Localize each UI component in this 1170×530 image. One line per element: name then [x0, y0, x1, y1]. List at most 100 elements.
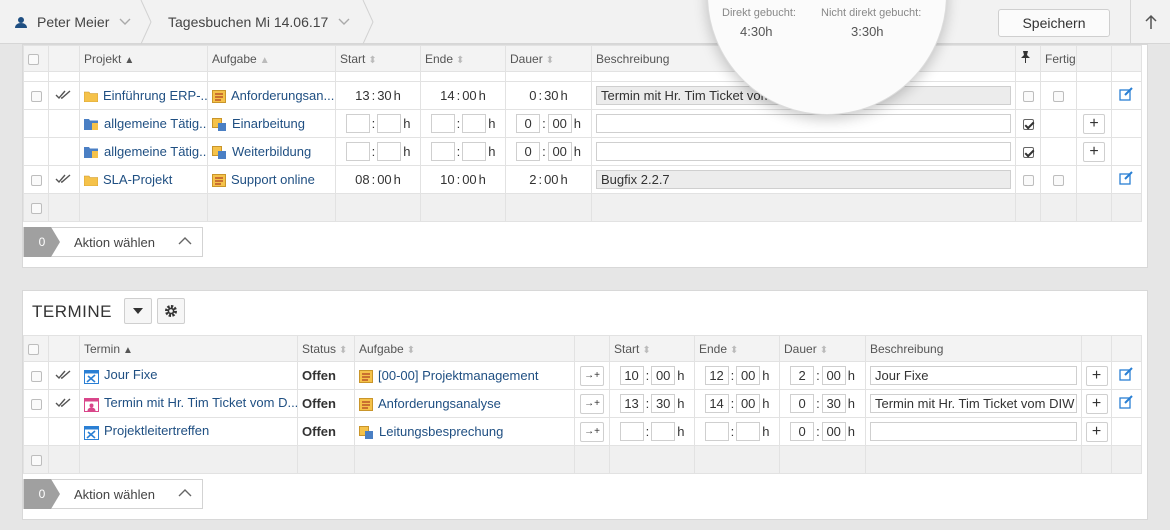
column-header-termin[interactable]: Termin ▲: [79, 335, 298, 362]
task-icon: [212, 174, 226, 188]
task-link[interactable]: [00-00] Projektmanagement: [378, 368, 538, 383]
scroll-top-button[interactable]: [1130, 0, 1170, 44]
column-header-dauer[interactable]: Dauer ⬍: [779, 335, 866, 362]
project-link[interactable]: Einführung ERP-...: [103, 88, 207, 103]
table-row[interactable]: allgemeine Tätig... Weiterbildung :h :h …: [23, 137, 1142, 166]
description-input[interactable]: Termin mit Hr. Tim Ticket vom DIW: [870, 394, 1077, 413]
pin-icon: [1021, 51, 1030, 63]
column-header-status[interactable]: Status ⬍: [297, 335, 355, 362]
duration-input[interactable]: 0:30 h: [784, 394, 861, 413]
project-link[interactable]: allgemeine Tätig...: [104, 116, 207, 131]
start-time-input[interactable]: :h: [614, 422, 690, 441]
table-header: Projekt ▲ Aufgabe ▲ Start ⬍ Ende ⬍ Dauer ⬍ Be…: [23, 45, 1142, 72]
save-button[interactable]: Speichern: [998, 9, 1110, 37]
select-all-checkbox[interactable]: [28, 343, 39, 355]
folder-icon: [84, 175, 98, 187]
project-link[interactable]: allgemeine Tätig...: [104, 144, 207, 159]
row-checkbox[interactable]: [30, 399, 42, 411]
task-link[interactable]: Support online: [231, 172, 315, 187]
task-link[interactable]: Anforderungsanalyse: [378, 396, 501, 411]
page-title-selector[interactable]: Tagesbuchen Mi 14.06.17: [168, 0, 350, 44]
edit-icon[interactable]: [1119, 367, 1134, 381]
appointment-link[interactable]: Termin mit Hr. Tim Ticket vom D...: [104, 395, 297, 410]
task-link[interactable]: Anforderungsan...: [231, 88, 334, 103]
sort-asc-icon: ▲: [123, 344, 133, 356]
table-row[interactable]: Termin mit Hr. Tim Ticket vom D... Offen…: [23, 389, 1142, 418]
action-label: Aktion wählen: [74, 234, 155, 250]
add-button[interactable]: +: [1083, 141, 1105, 162]
row-checkbox[interactable]: [30, 175, 42, 187]
column-header-ende[interactable]: Ende ⬍: [420, 45, 506, 72]
table-row[interactable]: Projektleitertreffen Offen Leitungsbespr…: [23, 417, 1142, 446]
duration-input[interactable]: 2:00 h: [784, 366, 861, 385]
appointment-link[interactable]: Projektleitertreffen: [104, 423, 209, 438]
task-link[interactable]: Einarbeitung: [232, 116, 305, 131]
start-time-input[interactable]: 10:00 h: [614, 366, 690, 385]
duration-input[interactable]: 0:00 h: [784, 422, 861, 441]
description-input[interactable]: [596, 142, 1011, 161]
project-icon: [84, 147, 98, 159]
start-time-input[interactable]: 13:30 h: [614, 394, 690, 413]
task-link[interactable]: Leitungsbesprechung: [379, 424, 503, 439]
table-row[interactable]: Einführung ERP-... Anforderungsan... 13:…: [23, 81, 1142, 110]
add-button[interactable]: +: [1083, 113, 1105, 134]
calendar-tools-icon: [84, 369, 99, 384]
add-button[interactable]: +: [1085, 421, 1108, 442]
add-button[interactable]: +: [1085, 365, 1108, 386]
pin-checkbox: [1022, 91, 1034, 103]
transfer-button[interactable]: →+: [580, 421, 604, 442]
end-time-input[interactable]: :h: [425, 142, 501, 161]
select-all-checkbox[interactable]: [28, 53, 39, 65]
start-time-input[interactable]: :h: [340, 142, 416, 161]
table-row[interactable]: SLA-Projekt Support online 08:00 h 10:00 h…: [23, 165, 1142, 194]
edit-icon[interactable]: [1119, 395, 1134, 409]
section-dropdown-button[interactable]: [124, 298, 152, 324]
duration-input[interactable]: 0:00 h: [510, 114, 587, 133]
start-time-input[interactable]: :h: [340, 114, 416, 133]
column-header-ende[interactable]: Ende ⬍: [694, 335, 780, 362]
appointment-link[interactable]: Jour Fixe: [104, 367, 157, 382]
calendar-person-icon: [84, 397, 99, 412]
edit-icon[interactable]: [1119, 171, 1134, 185]
table-row: [23, 71, 1142, 82]
end-time-input[interactable]: 12:00 h: [699, 366, 775, 385]
column-header-aufgabe[interactable]: Aufgabe ⬍: [354, 335, 575, 362]
description-input[interactable]: [870, 422, 1077, 441]
end-time-input[interactable]: :h: [425, 114, 501, 133]
footer-checkbox[interactable]: [30, 203, 42, 215]
column-header-start[interactable]: Start ⬍: [609, 335, 695, 362]
column-header-dauer[interactable]: Dauer ⬍: [505, 45, 592, 72]
edit-icon[interactable]: [1119, 87, 1134, 101]
user-selector[interactable]: Peter Meier: [14, 0, 131, 44]
add-button[interactable]: +: [1085, 393, 1108, 414]
column-header-aufgabe[interactable]: Aufgabe ▲: [207, 45, 336, 72]
chevron-up-icon: [178, 237, 192, 245]
row-checkbox[interactable]: [30, 371, 42, 383]
column-header-start[interactable]: Start ⬍: [335, 45, 421, 72]
transfer-button[interactable]: →+: [580, 365, 604, 386]
description-input[interactable]: [596, 114, 1011, 133]
start-time: 13:30 h: [355, 88, 401, 103]
task-link[interactable]: Weiterbildung: [232, 144, 311, 159]
end-time-input[interactable]: :h: [699, 422, 775, 441]
settings-button[interactable]: [157, 298, 185, 324]
action-selector[interactable]: 0 Aktion wählen: [23, 479, 203, 509]
pin-checkbox[interactable]: [1022, 147, 1034, 159]
action-selector[interactable]: 0 Aktion wählen: [23, 227, 203, 257]
row-checkbox[interactable]: [30, 91, 42, 103]
appointments-table: Termin ▲ Status ⬍ Aufgabe ⬍ Start ⬍ Ende ⬍ Da…: [23, 335, 1142, 474]
description-input[interactable]: Jour Fixe: [870, 366, 1077, 385]
transfer-button[interactable]: →+: [580, 393, 604, 414]
project-link[interactable]: SLA-Projekt: [103, 172, 172, 187]
appointments-panel: TERMINE Termin ▲ Status ⬍ Aufgabe ⬍ Start ⬍ …: [22, 290, 1148, 520]
end-time-input[interactable]: 14:00 h: [699, 394, 775, 413]
section-title: TERMINE: [32, 302, 112, 321]
page-title: Tagesbuchen Mi 14.06.17: [168, 14, 329, 30]
table-row[interactable]: Jour Fixe Offen [00-00] Projektmanagemen…: [23, 361, 1142, 390]
direct-booked-value: 4:30h: [740, 24, 773, 39]
column-header-projekt[interactable]: Projekt ▲: [79, 45, 208, 72]
footer-checkbox[interactable]: [30, 455, 42, 467]
pin-checkbox[interactable]: [1022, 119, 1034, 131]
table-row[interactable]: allgemeine Tätig... Einarbeitung :h :h 0…: [23, 109, 1142, 138]
duration-input[interactable]: 0:00 h: [510, 142, 587, 161]
